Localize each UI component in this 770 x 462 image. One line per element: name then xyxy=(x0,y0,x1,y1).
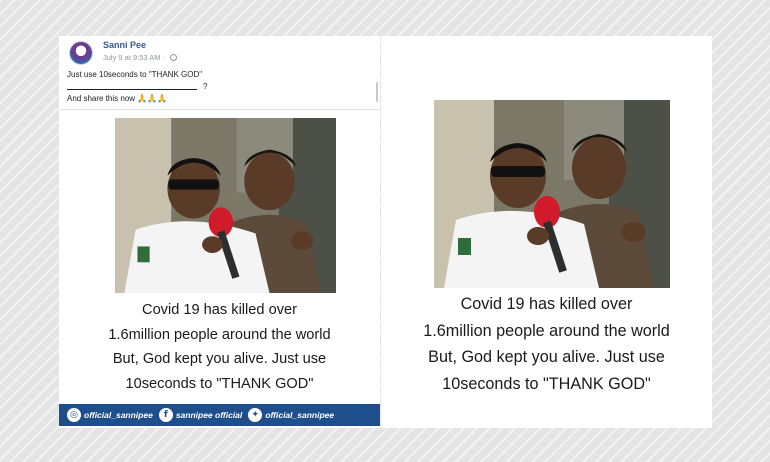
divider xyxy=(59,109,380,110)
caption-line: Covid 19 has killed over xyxy=(142,302,297,318)
instagram-icon: ◎ xyxy=(67,408,81,422)
facebook-handle[interactable]: f sannipee official xyxy=(158,408,242,422)
caption-line: Covid 19 has killed over xyxy=(460,295,633,313)
cropped-image-card: Covid 19 has killed over 1.6million peop… xyxy=(381,36,712,428)
globe-icon xyxy=(170,54,178,61)
instagram-handle[interactable]: ◎ official_sannipee xyxy=(67,408,153,422)
image-caption: Covid 19 has killed over 1.6million peop… xyxy=(381,291,712,397)
social-handles-bar: ◎ official_sannipee f sannipee official … xyxy=(59,404,380,426)
caption-line: 1.6million people around the world xyxy=(423,321,670,340)
question-mark: ? xyxy=(203,82,208,91)
post-timestamp[interactable]: July 9 at 9:53 AM · xyxy=(103,53,165,62)
caption-line: 10seconds to "THANK GOD" xyxy=(125,375,314,392)
post-header: Sanni Pee July 9 at 9:53 AM · xyxy=(67,39,367,69)
post-photo[interactable] xyxy=(115,118,336,293)
author-name[interactable]: Sanni Pee xyxy=(103,40,146,50)
cropped-photo xyxy=(434,100,670,288)
post-text-blank-line: ? xyxy=(67,81,367,93)
caption-line: But, God kept you alive. Just use xyxy=(112,351,327,367)
twitter-handle[interactable]: ✦ official_sannipee xyxy=(248,408,334,422)
author-avatar[interactable] xyxy=(69,41,93,65)
post-text: Just use 10seconds to "THANK GOD" ? And … xyxy=(67,69,367,105)
post-meta: July 9 at 9:53 AM · xyxy=(103,53,178,62)
caption-line: 1.6million people around the world xyxy=(108,326,331,343)
facebook-icon: f xyxy=(158,408,173,422)
caption-line: 10seconds to "THANK GOD" xyxy=(442,374,651,393)
facebook-post-card: Sanni Pee July 9 at 9:53 AM · Just use 1… xyxy=(59,36,380,428)
twitter-icon: ✦ xyxy=(248,408,263,422)
scrollbar[interactable] xyxy=(376,82,378,102)
caption-line: But, God kept you alive. Just use xyxy=(428,348,665,366)
image-caption: Covid 19 has killed over 1.6million peop… xyxy=(59,298,380,396)
post-text-line: And share this now 🙏🙏🙏 xyxy=(67,94,168,103)
photo-illustration xyxy=(115,118,336,293)
photo-illustration xyxy=(434,100,670,288)
blank-underline xyxy=(67,81,197,90)
post-text-line: Just use 10seconds to "THANK GOD" xyxy=(67,70,203,79)
